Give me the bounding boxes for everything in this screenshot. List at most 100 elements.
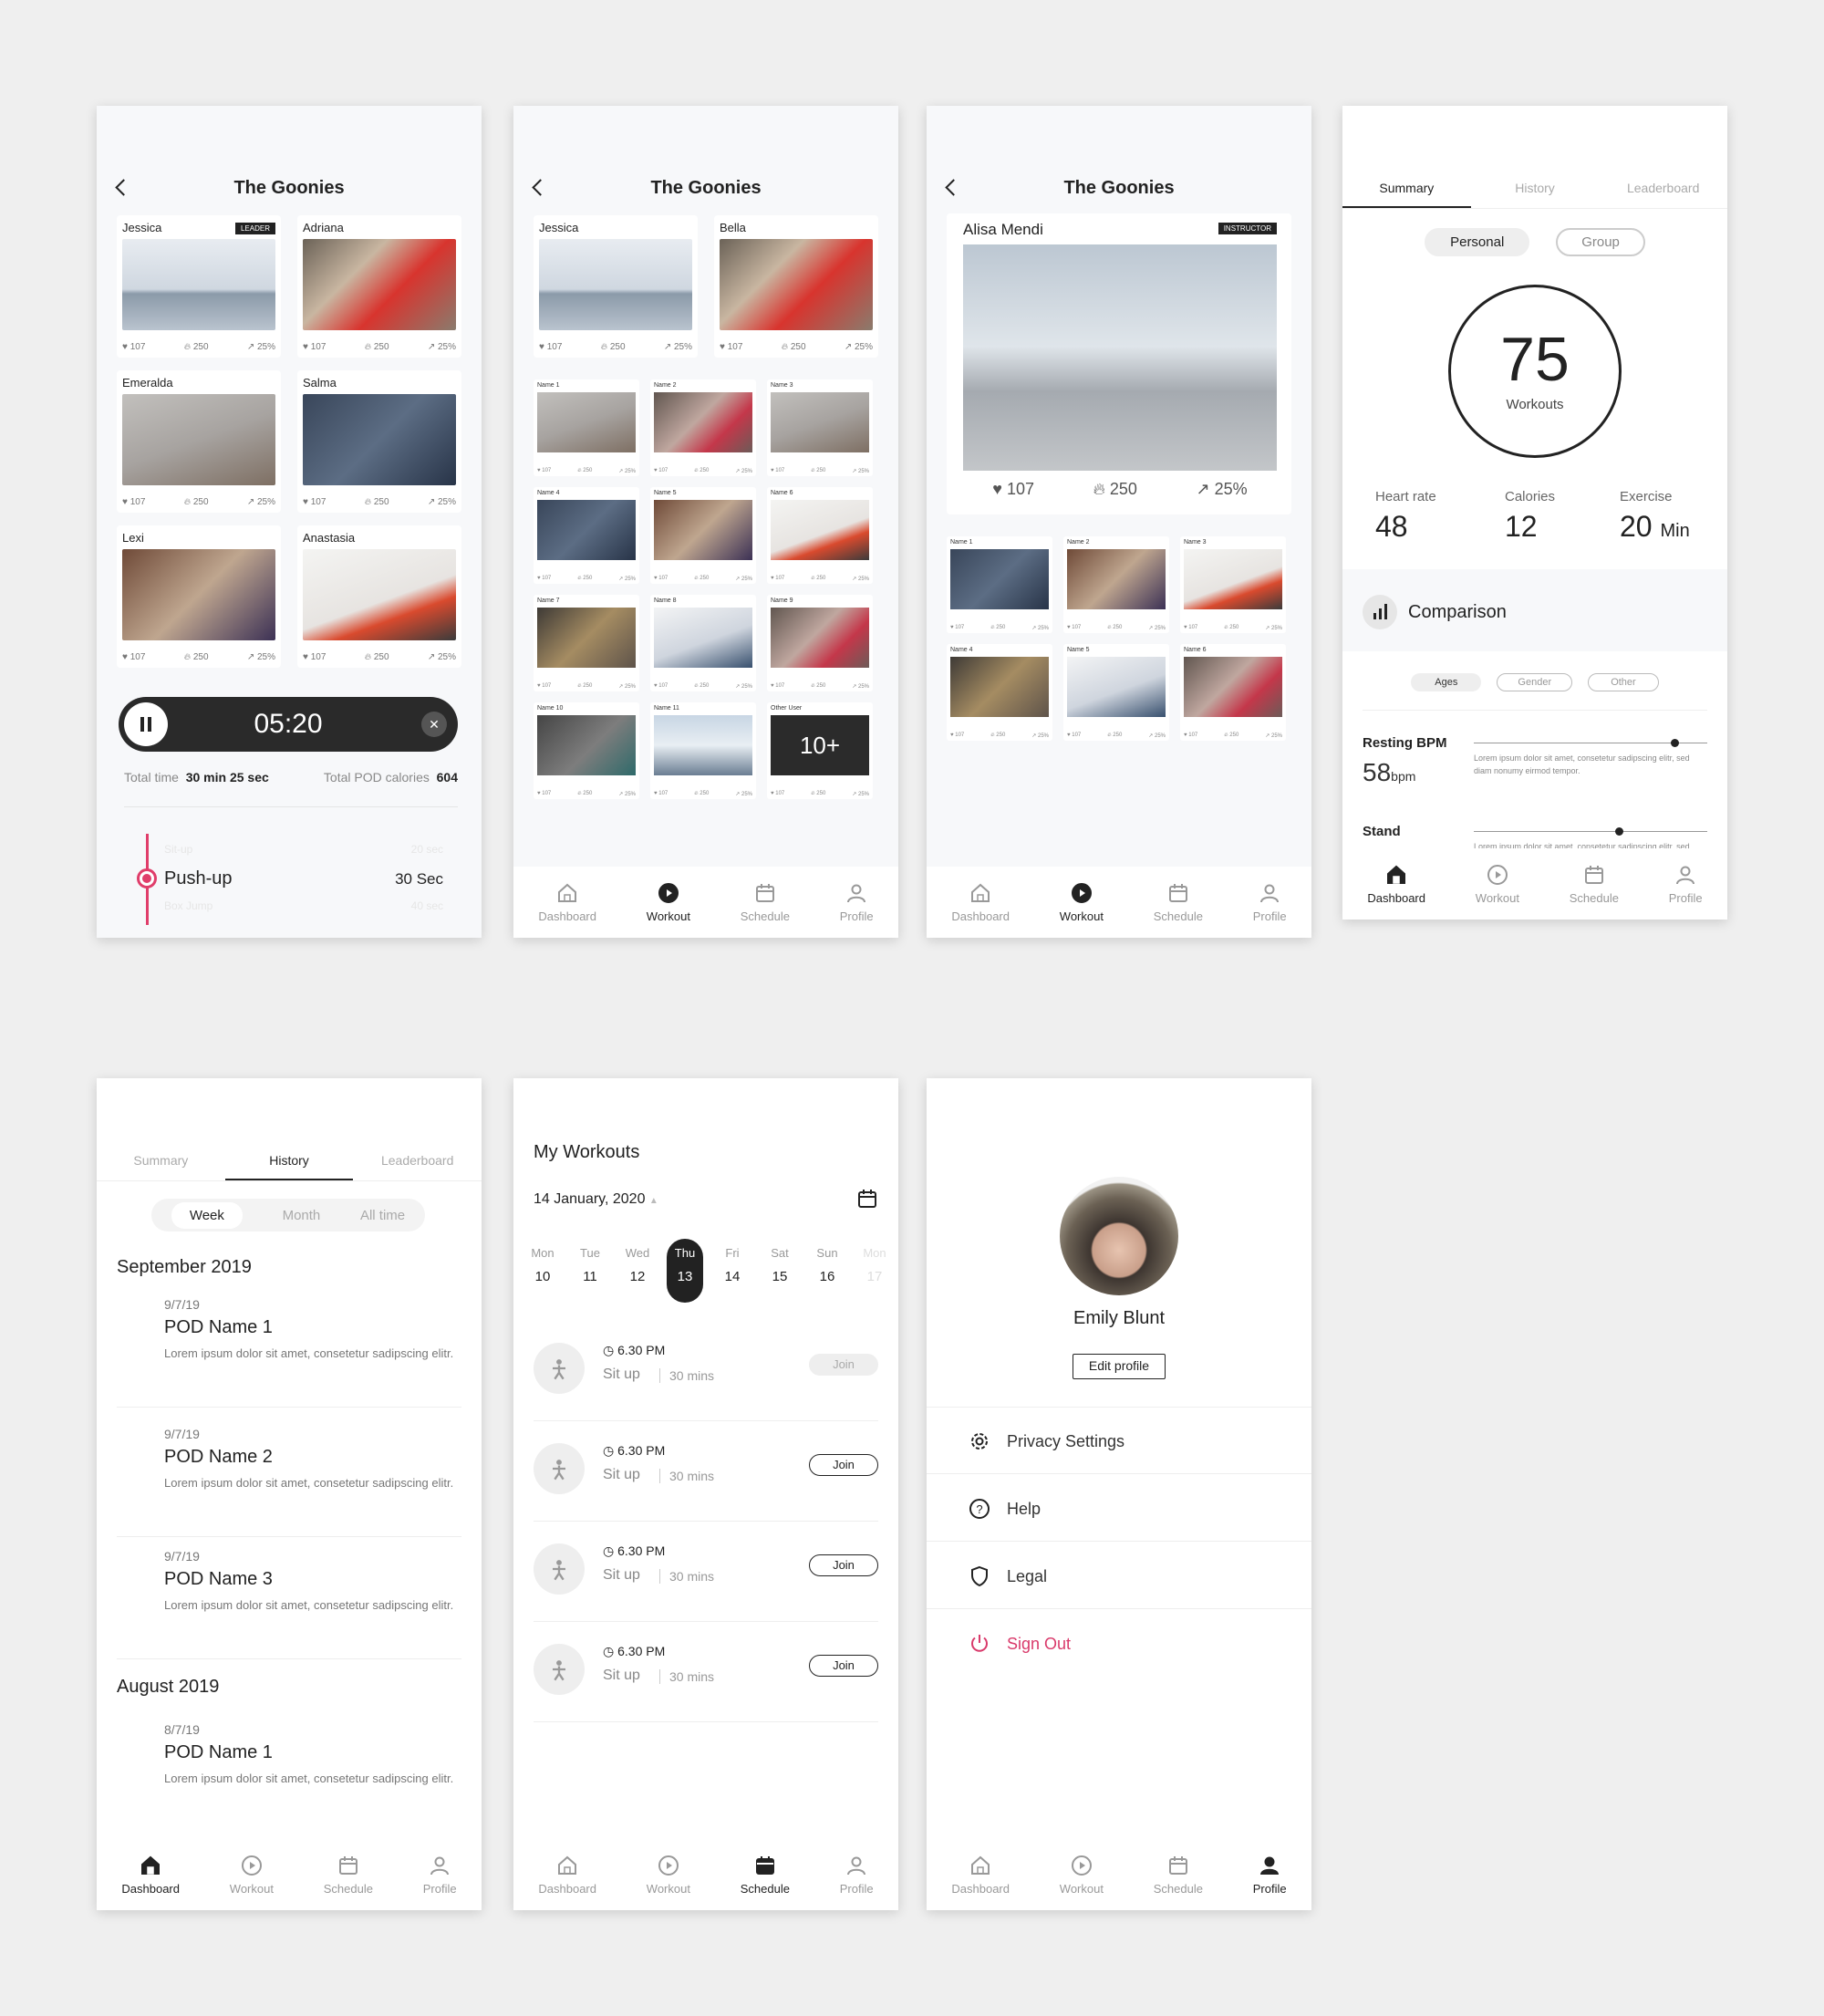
menu-sign-out[interactable]: Sign Out: [927, 1611, 1311, 1677]
tab-dashboard[interactable]: Dashboard: [538, 1855, 596, 1896]
day-item[interactable]: Sat 15: [762, 1239, 798, 1303]
tab-profile[interactable]: Profile: [1253, 882, 1287, 923]
menu-help[interactable]: ? Help: [927, 1476, 1311, 1542]
history-item[interactable]: 9/7/19 POD Name 3 Lorem ipsum dolor sit …: [164, 1549, 454, 1615]
day-item[interactable]: Wed 12: [619, 1239, 656, 1303]
likes-count: 107: [310, 497, 326, 507]
tab-profile[interactable]: Profile: [423, 1855, 457, 1896]
member-card[interactable]: Jessica LEADER ♥ 107 🔥︎ 250 ↗ 25%: [117, 215, 281, 358]
participant-tile[interactable]: Name 6 ♥ 107 🔥︎ 250 ↗ 25%: [1180, 644, 1286, 741]
participant-tile[interactable]: Name 7 ♥ 107 🔥︎ 250 ↗ 25%: [534, 595, 639, 691]
tab-history[interactable]: History: [1471, 170, 1600, 208]
member-card[interactable]: Lexi ♥ 107 🔥︎ 250 ↗ 25%: [117, 525, 281, 668]
member-card[interactable]: Salma ♥ 107 🔥︎ 250 ↗ 25%: [297, 370, 461, 513]
day-item[interactable]: Mon 17: [856, 1239, 893, 1303]
calendar-icon[interactable]: [856, 1188, 878, 1210]
close-icon[interactable]: ✕: [421, 712, 447, 737]
instructor-card[interactable]: Alisa Mendi INSTRUCTOR ♥ 107 🔥︎ 250 ↗ 25…: [947, 213, 1291, 514]
tab-profile[interactable]: Profile: [1669, 864, 1703, 905]
calories-count: 250: [700, 468, 710, 473]
tab-schedule[interactable]: Schedule: [741, 1855, 790, 1896]
participant-tile[interactable]: Name 8 ♥ 107 🔥︎ 250 ↗ 25%: [650, 595, 756, 691]
tab-schedule[interactable]: Schedule: [1570, 864, 1619, 905]
menu-privacy-settings[interactable]: Privacy Settings: [927, 1408, 1311, 1474]
filter-ages[interactable]: Ages: [1411, 673, 1482, 691]
workout-item[interactable]: ◷ 6.30 PM Sit up 30 mins Join: [534, 1523, 878, 1622]
workout-item[interactable]: ◷ 6.30 PM Sit up 30 mins Join: [534, 1423, 878, 1522]
slider-knob[interactable]: [1614, 827, 1623, 836]
join-button[interactable]: Join: [809, 1655, 878, 1677]
range-week[interactable]: Week: [171, 1201, 243, 1229]
comparison-slider[interactable]: [1474, 827, 1707, 836]
personal-toggle[interactable]: Personal: [1425, 228, 1530, 256]
tab-history[interactable]: History: [224, 1142, 354, 1180]
group-toggle[interactable]: Group: [1556, 228, 1645, 256]
tab-leaderboard[interactable]: Leaderboard: [353, 1142, 482, 1180]
member-card[interactable]: Anastasia ♥ 107 🔥︎ 250 ↗ 25%: [297, 525, 461, 668]
tab-summary[interactable]: Summary: [97, 1142, 225, 1180]
participant-tile[interactable]: Name 6 ♥ 107 🔥︎ 250 ↗ 25%: [767, 487, 873, 584]
tab-profile[interactable]: Profile: [840, 1855, 874, 1896]
tab-dashboard[interactable]: Dashboard: [538, 882, 596, 923]
day-item[interactable]: Sun 16: [809, 1239, 845, 1303]
edit-profile-button[interactable]: Edit profile: [1073, 1354, 1166, 1379]
member-card[interactable]: Jessica ♥ 107 🔥︎ 250 ↗ 25%: [534, 215, 698, 358]
tab-workout[interactable]: Workout: [1060, 1855, 1104, 1896]
workout-item[interactable]: ◷ 6.30 PM Sit up 30 mins Join: [534, 1624, 878, 1722]
tab-schedule[interactable]: Schedule: [324, 1855, 373, 1896]
range-month[interactable]: Month: [283, 1208, 321, 1223]
join-button[interactable]: Join: [809, 1454, 878, 1476]
tab-dashboard[interactable]: Dashboard: [951, 1855, 1010, 1896]
participant-tile[interactable]: Name 10 ♥ 107 🔥︎ 250 ↗ 25%: [534, 702, 639, 799]
join-button[interactable]: Join: [809, 1354, 878, 1376]
participant-tile[interactable]: Name 5 ♥ 107 🔥︎ 250 ↗ 25%: [650, 487, 756, 584]
participant-tile[interactable]: Name 2 ♥ 107 🔥︎ 250 ↗ 25%: [1063, 536, 1169, 633]
tab-workout[interactable]: Workout: [1476, 864, 1519, 905]
menu-legal[interactable]: Legal: [927, 1543, 1311, 1609]
participant-tile[interactable]: Name 2 ♥ 107 🔥︎ 250 ↗ 25%: [650, 379, 756, 476]
history-item[interactable]: 9/7/19 POD Name 1 Lorem ipsum dolor sit …: [164, 1297, 454, 1363]
tab-workout[interactable]: Workout: [230, 1855, 274, 1896]
tab-dashboard[interactable]: Dashboard: [951, 882, 1010, 923]
workout-item[interactable]: ◷ 6.30 PM Sit up 30 mins Join: [534, 1323, 878, 1421]
member-card[interactable]: Emeralda ♥ 107 🔥︎ 250 ↗ 25%: [117, 370, 281, 513]
history-item[interactable]: 8/7/19 POD Name 1 Lorem ipsum dolor sit …: [164, 1722, 454, 1788]
back-button[interactable]: [113, 179, 130, 195]
back-button[interactable]: [530, 179, 546, 195]
participant-tile[interactable]: Name 4 ♥ 107 🔥︎ 250 ↗ 25%: [534, 487, 639, 584]
participant-tile[interactable]: Name 3 ♥ 107 🔥︎ 250 ↗ 25%: [1180, 536, 1286, 633]
history-item[interactable]: 9/7/19 POD Name 2 Lorem ipsum dolor sit …: [164, 1427, 454, 1492]
tab-workout[interactable]: Workout: [647, 882, 690, 923]
filter-other[interactable]: Other: [1588, 673, 1659, 691]
day-item[interactable]: Mon 10: [524, 1239, 561, 1303]
filter-gender[interactable]: Gender: [1497, 673, 1573, 691]
participant-tile[interactable]: Name 4 ♥ 107 🔥︎ 250 ↗ 25%: [947, 644, 1052, 741]
member-card[interactable]: Adriana ♥ 107 🔥︎ 250 ↗ 25%: [297, 215, 461, 358]
member-card[interactable]: Bella ♥ 107 🔥︎ 250 ↗ 25%: [714, 215, 878, 358]
participant-tile[interactable]: Other User 10+ ♥ 107 🔥︎ 250 ↗ 25%: [767, 702, 873, 799]
date-selector[interactable]: 14 January, 2020 ▲: [534, 1191, 658, 1208]
tab-profile[interactable]: Profile: [840, 882, 874, 923]
tab-schedule[interactable]: Schedule: [1154, 1855, 1203, 1896]
day-item[interactable]: Tue 11: [572, 1239, 608, 1303]
range-all-time[interactable]: All time: [360, 1208, 405, 1223]
tab-workout[interactable]: Workout: [647, 1855, 690, 1896]
tab-dashboard[interactable]: Dashboard: [121, 1855, 180, 1896]
join-button[interactable]: Join: [809, 1554, 878, 1576]
participant-tile[interactable]: Name 9 ♥ 107 🔥︎ 250 ↗ 25%: [767, 595, 873, 691]
back-button[interactable]: [943, 179, 959, 195]
day-selected[interactable]: Thu 13: [667, 1239, 703, 1303]
participant-tile[interactable]: Name 5 ♥ 107 🔥︎ 250 ↗ 25%: [1063, 644, 1169, 741]
tab-workout[interactable]: Workout: [1060, 882, 1104, 923]
tab-profile[interactable]: Profile: [1253, 1855, 1287, 1896]
tab-schedule[interactable]: Schedule: [1154, 882, 1203, 923]
tab-leaderboard[interactable]: Leaderboard: [1599, 170, 1727, 208]
tab-dashboard[interactable]: Dashboard: [1367, 864, 1425, 905]
participant-tile[interactable]: Name 1 ♥ 107 🔥︎ 250 ↗ 25%: [534, 379, 639, 476]
participant-tile[interactable]: Name 1 ♥ 107 🔥︎ 250 ↗ 25%: [947, 536, 1052, 633]
participant-tile[interactable]: Name 11 ♥ 107 🔥︎ 250 ↗ 25%: [650, 702, 756, 799]
day-item[interactable]: Fri 14: [714, 1239, 751, 1303]
tab-schedule[interactable]: Schedule: [741, 882, 790, 923]
tab-summary[interactable]: Summary: [1342, 170, 1471, 208]
participant-tile[interactable]: Name 3 ♥ 107 🔥︎ 250 ↗ 25%: [767, 379, 873, 476]
